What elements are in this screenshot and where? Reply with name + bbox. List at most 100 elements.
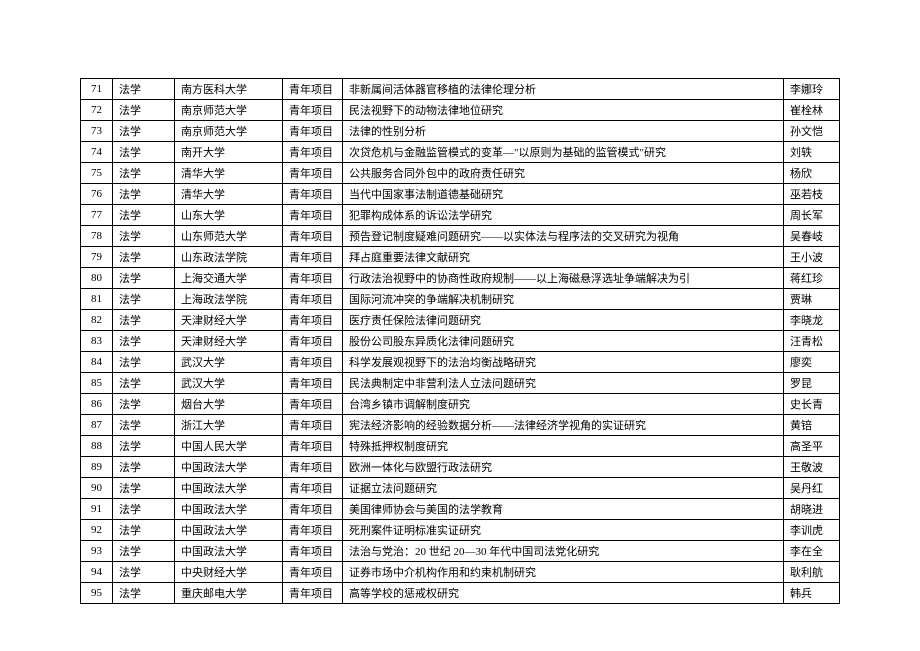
cell-university: 中国人民大学 — [175, 436, 283, 457]
cell-index: 75 — [81, 163, 113, 184]
table-row: 93法学中国政法大学青年项目法治与党治：20 世纪 20—30 年代中国司法党化… — [81, 541, 840, 562]
cell-person: 贾琳 — [784, 289, 840, 310]
cell-university: 中国政法大学 — [175, 541, 283, 562]
table-row: 91法学中国政法大学青年项目美国律师协会与美国的法学教育胡晓进 — [81, 499, 840, 520]
cell-type: 青年项目 — [283, 436, 343, 457]
cell-title: 当代中国家事法制道德基础研究 — [343, 184, 784, 205]
table-row: 87法学浙江大学青年项目宪法经济影响的经验数据分析——法律经济学视角的实证研究黄… — [81, 415, 840, 436]
cell-person: 崔栓林 — [784, 100, 840, 121]
cell-university: 南方医科大学 — [175, 79, 283, 100]
cell-university: 中国政法大学 — [175, 499, 283, 520]
cell-type: 青年项目 — [283, 373, 343, 394]
cell-title: 股份公司股东异质化法律问题研究 — [343, 331, 784, 352]
cell-index: 83 — [81, 331, 113, 352]
cell-type: 青年项目 — [283, 142, 343, 163]
cell-field: 法学 — [113, 562, 175, 583]
cell-university: 武汉大学 — [175, 352, 283, 373]
cell-index: 72 — [81, 100, 113, 121]
cell-index: 94 — [81, 562, 113, 583]
cell-title: 民法典制定中非营利法人立法问题研究 — [343, 373, 784, 394]
cell-title: 法律的性别分析 — [343, 121, 784, 142]
cell-field: 法学 — [113, 352, 175, 373]
cell-title: 拜占庭重要法律文献研究 — [343, 247, 784, 268]
cell-person: 史长青 — [784, 394, 840, 415]
cell-type: 青年项目 — [283, 247, 343, 268]
cell-type: 青年项目 — [283, 121, 343, 142]
cell-person: 高圣平 — [784, 436, 840, 457]
table-row: 71法学南方医科大学青年项目非新属间活体器官移植的法律伦理分析李娜玲 — [81, 79, 840, 100]
cell-university: 上海政法学院 — [175, 289, 283, 310]
cell-person: 蒋红珍 — [784, 268, 840, 289]
cell-field: 法学 — [113, 457, 175, 478]
cell-type: 青年项目 — [283, 457, 343, 478]
cell-title: 死刑案件证明标准实证研究 — [343, 520, 784, 541]
table-row: 72法学南京师范大学青年项目民法视野下的动物法律地位研究崔栓林 — [81, 100, 840, 121]
cell-type: 青年项目 — [283, 499, 343, 520]
cell-type: 青年项目 — [283, 352, 343, 373]
cell-person: 黄锫 — [784, 415, 840, 436]
cell-index: 78 — [81, 226, 113, 247]
cell-field: 法学 — [113, 331, 175, 352]
cell-person: 杨欣 — [784, 163, 840, 184]
cell-index: 82 — [81, 310, 113, 331]
cell-title: 法治与党治：20 世纪 20—30 年代中国司法党化研究 — [343, 541, 784, 562]
cell-title: 公共服务合同外包中的政府责任研究 — [343, 163, 784, 184]
table-row: 89法学中国政法大学青年项目欧洲一体化与欧盟行政法研究王敬波 — [81, 457, 840, 478]
cell-title: 行政法治视野中的协商性政府规制——以上海磁悬浮选址争端解决为引 — [343, 268, 784, 289]
cell-title: 台湾乡镇市调解制度研究 — [343, 394, 784, 415]
cell-person: 李娜玲 — [784, 79, 840, 100]
table-row: 92法学中国政法大学青年项目死刑案件证明标准实证研究李训虎 — [81, 520, 840, 541]
cell-person: 吴春岐 — [784, 226, 840, 247]
cell-person: 汪青松 — [784, 331, 840, 352]
cell-title: 宪法经济影响的经验数据分析——法律经济学视角的实证研究 — [343, 415, 784, 436]
cell-type: 青年项目 — [283, 478, 343, 499]
cell-type: 青年项目 — [283, 331, 343, 352]
cell-university: 南开大学 — [175, 142, 283, 163]
cell-field: 法学 — [113, 415, 175, 436]
cell-title: 医疗责任保险法律问题研究 — [343, 310, 784, 331]
cell-index: 95 — [81, 583, 113, 604]
cell-university: 天津财经大学 — [175, 310, 283, 331]
cell-person: 李训虎 — [784, 520, 840, 541]
table-row: 74法学南开大学青年项目次贷危机与金融监管模式的变革—"以原则为基础的监管模式"… — [81, 142, 840, 163]
cell-type: 青年项目 — [283, 289, 343, 310]
cell-index: 88 — [81, 436, 113, 457]
cell-person: 巫若枝 — [784, 184, 840, 205]
cell-field: 法学 — [113, 289, 175, 310]
cell-type: 青年项目 — [283, 163, 343, 184]
cell-university: 中央财经大学 — [175, 562, 283, 583]
cell-type: 青年项目 — [283, 79, 343, 100]
cell-type: 青年项目 — [283, 394, 343, 415]
cell-field: 法学 — [113, 121, 175, 142]
cell-field: 法学 — [113, 142, 175, 163]
table-row: 78法学山东师范大学青年项目预告登记制度疑难问题研究——以实体法与程序法的交叉研… — [81, 226, 840, 247]
cell-university: 中国政法大学 — [175, 478, 283, 499]
table-row: 82法学天津财经大学青年项目医疗责任保险法律问题研究李晓龙 — [81, 310, 840, 331]
table-row: 85法学武汉大学青年项目民法典制定中非营利法人立法问题研究罗昆 — [81, 373, 840, 394]
cell-university: 重庆邮电大学 — [175, 583, 283, 604]
cell-field: 法学 — [113, 268, 175, 289]
cell-index: 81 — [81, 289, 113, 310]
cell-title: 证据立法问题研究 — [343, 478, 784, 499]
cell-university: 烟台大学 — [175, 394, 283, 415]
cell-person: 罗昆 — [784, 373, 840, 394]
cell-field: 法学 — [113, 373, 175, 394]
table-row: 73法学南京师范大学青年项目法律的性别分析孙文恺 — [81, 121, 840, 142]
data-table: 71法学南方医科大学青年项目非新属间活体器官移植的法律伦理分析李娜玲72法学南京… — [80, 78, 840, 604]
cell-index: 80 — [81, 268, 113, 289]
table-row: 84法学武汉大学青年项目科学发展观视野下的法治均衡战略研究廖奕 — [81, 352, 840, 373]
cell-title: 国际河流冲突的争端解决机制研究 — [343, 289, 784, 310]
cell-field: 法学 — [113, 394, 175, 415]
cell-field: 法学 — [113, 583, 175, 604]
cell-field: 法学 — [113, 226, 175, 247]
cell-type: 青年项目 — [283, 268, 343, 289]
cell-university: 浙江大学 — [175, 415, 283, 436]
table-row: 77法学山东大学青年项目犯罪构成体系的诉讼法学研究周长军 — [81, 205, 840, 226]
cell-title: 科学发展观视野下的法治均衡战略研究 — [343, 352, 784, 373]
cell-index: 79 — [81, 247, 113, 268]
cell-title: 美国律师协会与美国的法学教育 — [343, 499, 784, 520]
cell-index: 91 — [81, 499, 113, 520]
cell-field: 法学 — [113, 541, 175, 562]
cell-title: 欧洲一体化与欧盟行政法研究 — [343, 457, 784, 478]
cell-index: 73 — [81, 121, 113, 142]
